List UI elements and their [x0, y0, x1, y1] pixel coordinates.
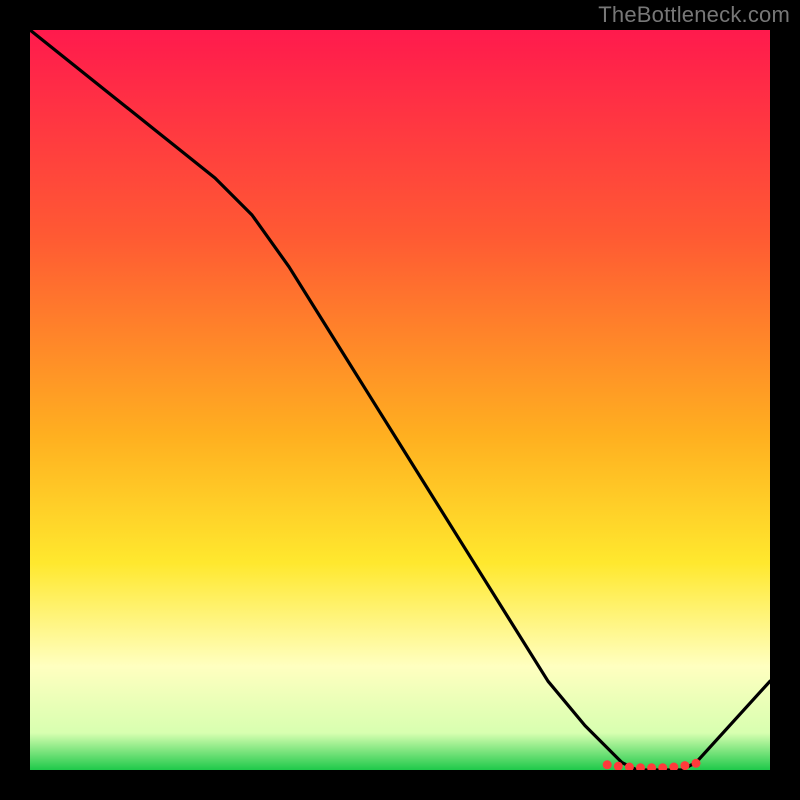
marker-dot	[658, 763, 667, 770]
marker-dot	[692, 759, 701, 768]
marker-dot	[669, 763, 678, 771]
marker-dot	[636, 763, 645, 770]
marker-dot	[680, 761, 689, 770]
curve-layer	[30, 30, 770, 770]
plot-area	[30, 30, 770, 770]
bottleneck-curve	[30, 30, 770, 770]
watermark-text: TheBottleneck.com	[598, 2, 790, 28]
marker-dot	[647, 763, 656, 770]
marker-group	[603, 759, 701, 770]
chart-stage: TheBottleneck.com	[0, 0, 800, 800]
marker-dot	[603, 760, 612, 769]
